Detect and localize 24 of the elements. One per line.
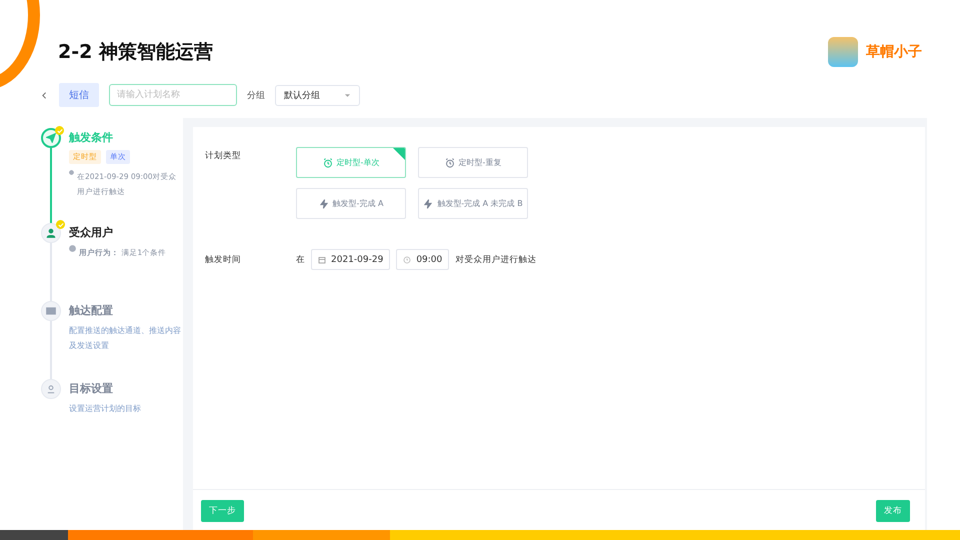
plan-type-option[interactable]: 触发型-完成 A 未完成 B — [418, 188, 528, 219]
plan-type-option[interactable]: 定时型-重复 — [418, 147, 528, 178]
step-description: 设置运营计划的目标 — [69, 403, 142, 415]
publish-button[interactable]: 发布 — [876, 500, 910, 522]
group-select[interactable]: 默认分组 — [275, 84, 360, 106]
plan-type-option[interactable]: 触发型-完成 A — [296, 188, 406, 219]
step-title[interactable]: 受众用户 — [69, 225, 181, 240]
field-label: 触发时间 — [205, 254, 242, 267]
step-title[interactable]: 触达配置 — [69, 303, 181, 318]
field-label: 计划类型 — [205, 150, 242, 163]
slide-title: 2-2 神策智能运营 — [58, 40, 213, 65]
plan-name-field[interactable]: 请输入计划名称 — [109, 84, 237, 106]
step-title[interactable]: 触发条件 — [69, 130, 181, 145]
brand-name: 草帽小子 — [866, 43, 922, 61]
time-picker[interactable]: 09:00 — [396, 249, 450, 270]
plan-type-option[interactable]: 定时型-单次 — [296, 147, 406, 178]
prefix-text: 在 — [296, 254, 305, 266]
suffix-text: 对受众用户进行触达 — [455, 254, 536, 266]
date-picker[interactable]: 2021-09-29 — [311, 249, 390, 270]
channel-tab[interactable]: 短信 — [59, 83, 99, 107]
group-label: 分组 — [247, 90, 265, 102]
next-step-button[interactable]: 下一步 — [201, 500, 244, 522]
step-description: 配置推送的触达通道、推送内容及发送设置 — [69, 325, 181, 352]
step-title[interactable]: 目标设置 — [69, 381, 181, 396]
